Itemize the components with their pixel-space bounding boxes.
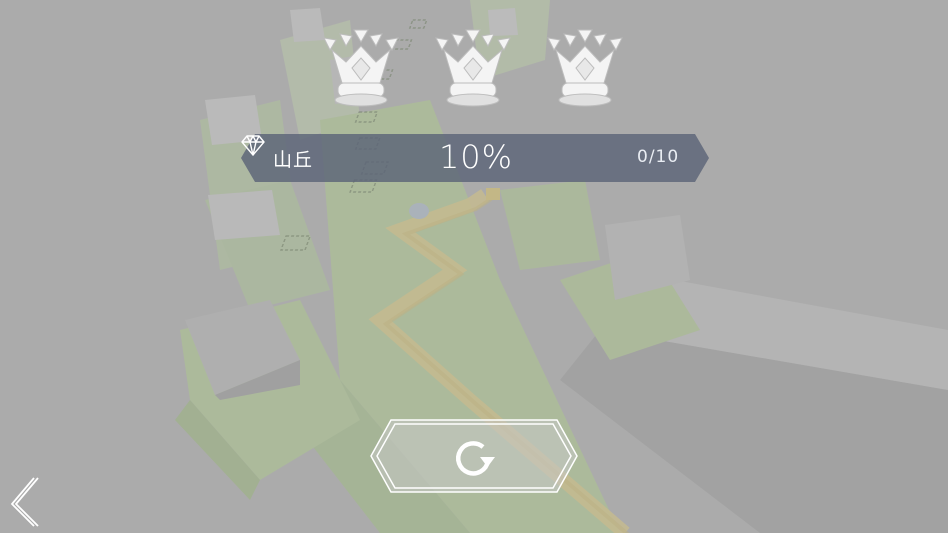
level-info-banner: 山丘 10% 0/10 xyxy=(241,134,709,182)
diamond-icon xyxy=(241,135,265,156)
crown-icon xyxy=(547,29,623,107)
crown-icon xyxy=(323,29,399,107)
restart-icon xyxy=(455,441,495,476)
gem-count: 0/10 xyxy=(637,147,680,167)
restart-button[interactable] xyxy=(369,418,579,494)
progress-percent: 10% xyxy=(438,138,514,176)
level-name: 山丘 xyxy=(273,149,314,171)
crown-icon xyxy=(435,29,511,107)
chevron-left-icon[interactable] xyxy=(4,474,44,530)
game-screen: 山丘 10% 0/10 xyxy=(0,0,948,533)
